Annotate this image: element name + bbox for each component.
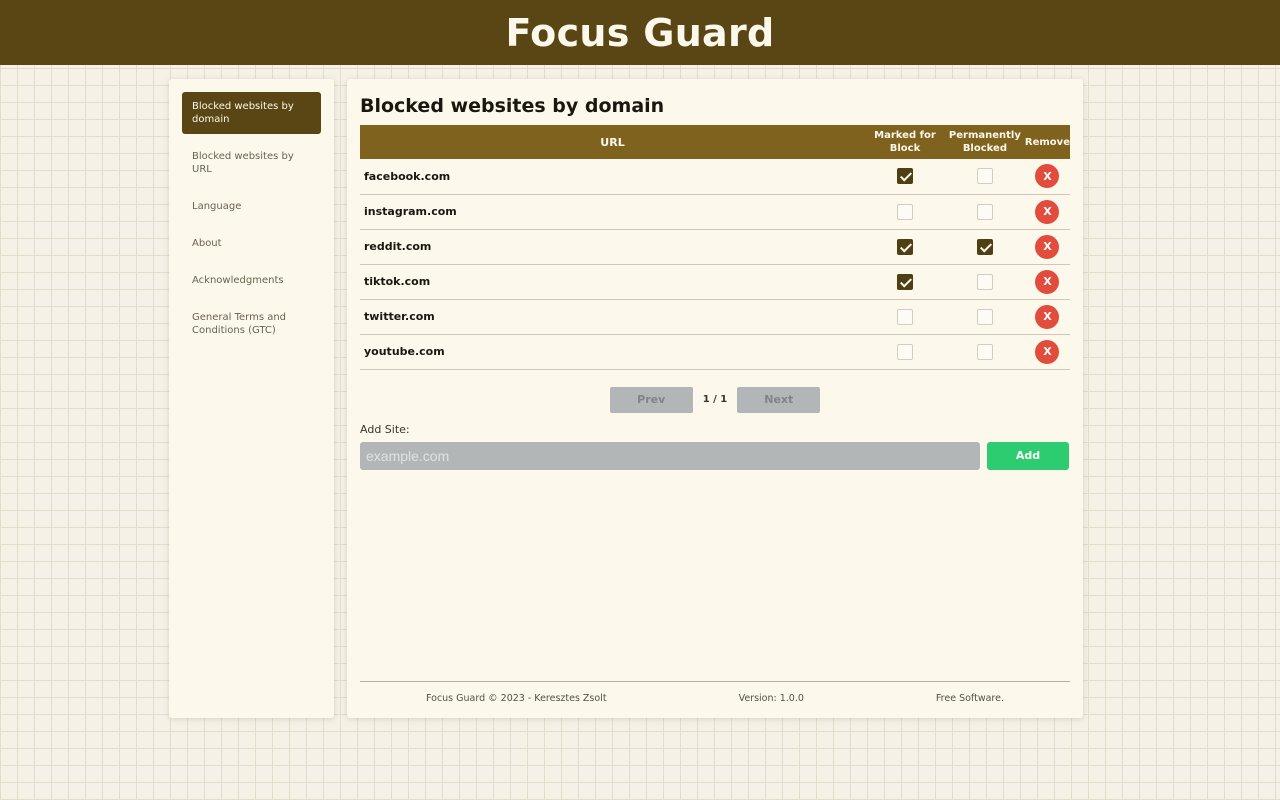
pagination: Prev 1 / 1 Next (360, 386, 1070, 413)
remove-button[interactable]: X (1035, 234, 1060, 259)
permanent-checkbox[interactable] (976, 343, 993, 360)
remove-button[interactable]: X (1035, 304, 1060, 329)
domain-cell: reddit.com (364, 240, 432, 253)
blocked-domains-table: URL Marked for Block Permanently Blocked… (360, 125, 1070, 370)
add-button[interactable]: Add (987, 441, 1069, 470)
domain-cell: facebook.com (364, 169, 451, 183)
page-indicator: 1 / 1 (702, 394, 728, 405)
remove-button[interactable]: X (1035, 199, 1060, 224)
add-site-row: Add (360, 441, 1070, 470)
marked-checkbox[interactable] (896, 203, 913, 220)
footer: Focus Guard © 2023 - Keresztes Zsolt Ver… (360, 681, 1070, 704)
table-row: youtube.com X (360, 334, 1070, 369)
domain-cell: instagram.com (364, 205, 457, 218)
permanent-checkbox[interactable] (976, 308, 993, 325)
add-site-input[interactable] (360, 441, 980, 470)
url-column-header: URL (600, 135, 625, 149)
remove-column-header: Remove (1024, 136, 1070, 148)
main-panel: Blocked websites by domain URL Marked fo… (347, 79, 1083, 718)
domain-cell: twitter.com (364, 310, 435, 323)
sidebar-item-gtc[interactable]: General Terms and Conditions (GTC) (182, 303, 321, 345)
sidebar-item-url[interactable]: Blocked websites by URL (182, 142, 321, 184)
marked-checkbox[interactable] (896, 273, 913, 290)
sidebar-item-language[interactable]: Language (182, 192, 321, 221)
next-button[interactable]: Next (737, 386, 821, 413)
table-row: facebook.com X (360, 159, 1070, 194)
permanent-checkbox[interactable] (976, 273, 993, 290)
sidebar-item-about[interactable]: About (182, 229, 321, 258)
permanent-checkbox[interactable] (976, 203, 993, 220)
permanent-column-header: Permanently Blocked (948, 130, 1021, 154)
permanent-checkbox[interactable] (976, 168, 993, 185)
footer-version: Version: 1.0.0 (738, 693, 804, 704)
marked-checkbox[interactable] (896, 343, 913, 360)
domain-cell: youtube.com (364, 345, 445, 358)
sidebar: Blocked websites by domain Blocked websi… (169, 79, 334, 718)
permanent-checkbox[interactable] (976, 238, 993, 255)
marked-checkbox[interactable] (896, 308, 913, 325)
sidebar-item-acknowledgments[interactable]: Acknowledgments (182, 266, 321, 295)
footer-copyright: Focus Guard © 2023 - Keresztes Zsolt (426, 693, 607, 704)
table-row: twitter.com X (360, 299, 1070, 334)
remove-button[interactable]: X (1035, 339, 1060, 364)
table-row: tiktok.com X (360, 264, 1070, 299)
page-title: Blocked websites by domain (360, 95, 665, 117)
app-header: Focus Guard (0, 0, 1280, 65)
sidebar-item-domain[interactable]: Blocked websites by domain (182, 92, 321, 134)
app-title: Focus Guard (505, 10, 775, 55)
marked-column-header: Marked for Block (874, 130, 936, 154)
remove-button[interactable]: X (1035, 164, 1060, 189)
marked-checkbox[interactable] (896, 168, 913, 185)
remove-button[interactable]: X (1035, 269, 1060, 294)
prev-button[interactable]: Prev (609, 386, 693, 413)
add-site-label: Add Site: (360, 422, 410, 436)
table-row: instagram.com X (360, 194, 1070, 229)
marked-checkbox[interactable] (896, 238, 913, 255)
footer-license: Free Software. (935, 693, 1004, 704)
table-row: reddit.com X (360, 229, 1070, 264)
table-header-row: URL Marked for Block Permanently Blocked… (360, 125, 1070, 159)
domain-cell: tiktok.com (364, 275, 431, 288)
